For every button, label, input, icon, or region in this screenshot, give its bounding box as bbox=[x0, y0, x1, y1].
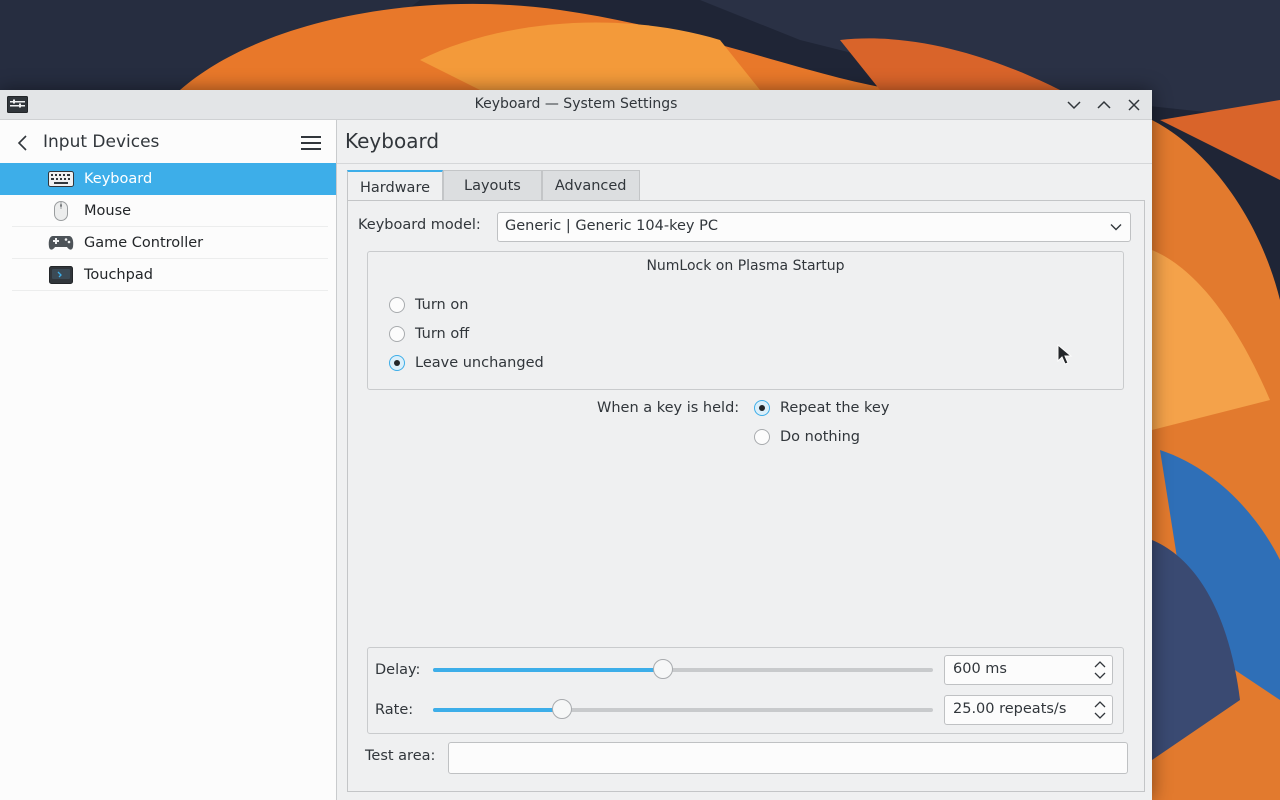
chevron-down-icon bbox=[1110, 224, 1122, 231]
tab-advanced[interactable]: Advanced bbox=[541, 170, 640, 201]
close-icon bbox=[1128, 99, 1140, 111]
delay-spinbox[interactable]: 600 ms bbox=[944, 655, 1113, 685]
sidebar-header: Input Devices bbox=[0, 120, 336, 164]
title-bar[interactable]: Keyboard — System Settings bbox=[0, 90, 1152, 120]
test-area-input[interactable] bbox=[448, 742, 1128, 774]
radio-label: Do nothing bbox=[780, 429, 861, 445]
close-button[interactable] bbox=[1124, 95, 1144, 115]
maximize-button[interactable] bbox=[1094, 95, 1114, 115]
sidebar-item-label: Keyboard bbox=[84, 170, 153, 187]
window-title: Keyboard — System Settings bbox=[474, 96, 678, 112]
page-title: Keyboard bbox=[345, 129, 440, 153]
sidebar-item-mouse[interactable]: Mouse bbox=[12, 195, 328, 227]
rate-label: Rate: bbox=[375, 702, 414, 718]
touchpad-icon bbox=[48, 265, 74, 285]
sidebar-item-label: Touchpad bbox=[84, 266, 153, 283]
keyboard-model-value: Generic | Generic 104-key PC bbox=[505, 218, 718, 234]
do-nothing-radio[interactable]: Do nothing bbox=[754, 429, 860, 445]
spin-arrows-icon[interactable] bbox=[1094, 659, 1106, 681]
tab-layouts[interactable]: Layouts bbox=[443, 170, 542, 201]
sidebar-item-label: Mouse bbox=[84, 202, 132, 219]
mouse-cursor-icon bbox=[1057, 344, 1073, 365]
rate-spinbox[interactable]: 25.00 repeats/s bbox=[944, 695, 1113, 725]
radio-label: Turn on bbox=[415, 297, 469, 313]
slider-handle[interactable] bbox=[653, 659, 673, 679]
gamepad-icon bbox=[48, 233, 74, 253]
slider-handle[interactable] bbox=[552, 699, 572, 719]
page-title-bar: Keyboard bbox=[337, 120, 1152, 164]
delay-slider[interactable] bbox=[433, 659, 933, 679]
numlock-turn-on-radio[interactable]: Turn on bbox=[389, 297, 468, 313]
slider-fill bbox=[433, 668, 663, 672]
hamburger-menu-icon[interactable] bbox=[300, 133, 322, 153]
key-held-row: When a key is held: bbox=[597, 400, 739, 416]
radio-button[interactable] bbox=[754, 400, 770, 416]
radio-button[interactable] bbox=[389, 297, 405, 313]
main-content: Keyboard Hardware Layouts Advanced Keybo… bbox=[337, 120, 1152, 800]
back-arrow-icon[interactable] bbox=[12, 132, 34, 154]
hardware-panel: Keyboard model: Generic | Generic 104-ke… bbox=[347, 200, 1145, 792]
tab-bar: Hardware Layouts Advanced bbox=[347, 170, 640, 203]
numlock-turn-off-radio[interactable]: Turn off bbox=[389, 326, 469, 342]
radio-label: Repeat the key bbox=[780, 400, 890, 416]
rate-slider[interactable] bbox=[433, 699, 933, 719]
rate-value: 25.00 repeats/s bbox=[953, 701, 1067, 717]
delay-label: Delay: bbox=[375, 662, 421, 678]
keyboard-model-select[interactable]: Generic | Generic 104-key PC bbox=[497, 212, 1131, 242]
numlock-leave-unchanged-radio[interactable]: Leave unchanged bbox=[389, 355, 544, 371]
sidebar: Input Devices Keyboard Mouse Game Contro… bbox=[0, 120, 337, 800]
sidebar-title: Input Devices bbox=[43, 132, 160, 152]
mouse-icon bbox=[48, 200, 74, 221]
test-area-label: Test area: bbox=[365, 748, 436, 764]
keyboard-model-row: Keyboard model: bbox=[358, 217, 481, 233]
radio-button[interactable] bbox=[389, 355, 405, 371]
radio-button[interactable] bbox=[754, 429, 770, 445]
radio-label: Leave unchanged bbox=[415, 355, 544, 371]
sidebar-item-keyboard[interactable]: Keyboard bbox=[0, 163, 336, 195]
tab-hardware[interactable]: Hardware bbox=[347, 170, 444, 203]
radio-button[interactable] bbox=[389, 326, 405, 342]
keyboard-model-label: Keyboard model: bbox=[358, 217, 481, 233]
repeat-settings-group: Delay: 600 ms Rate: 25.00 repeats/s bbox=[367, 647, 1124, 734]
radio-label: Turn off bbox=[415, 326, 470, 342]
sidebar-item-label: Game Controller bbox=[84, 234, 204, 251]
keyboard-icon bbox=[48, 169, 74, 189]
key-held-label: When a key is held: bbox=[597, 400, 740, 416]
chevron-up-icon bbox=[1097, 100, 1111, 109]
chevron-down-icon bbox=[1067, 101, 1081, 110]
repeat-key-radio[interactable]: Repeat the key bbox=[754, 400, 889, 416]
sidebar-item-touchpad[interactable]: Touchpad bbox=[12, 259, 328, 291]
spin-arrows-icon[interactable] bbox=[1094, 699, 1106, 721]
minimize-button[interactable] bbox=[1064, 95, 1084, 115]
delay-value: 600 ms bbox=[953, 661, 1007, 677]
sidebar-nav: Keyboard Mouse Game Controller Touchpad bbox=[0, 163, 336, 291]
sidebar-item-game-controller[interactable]: Game Controller bbox=[12, 227, 328, 259]
numlock-group-title: NumLock on Plasma Startup bbox=[646, 258, 845, 274]
slider-fill bbox=[433, 708, 562, 712]
numlock-group: NumLock on Plasma Startup Turn on Turn o… bbox=[367, 251, 1124, 390]
system-settings-window: Keyboard — System Settings Input Devices bbox=[0, 90, 1152, 800]
